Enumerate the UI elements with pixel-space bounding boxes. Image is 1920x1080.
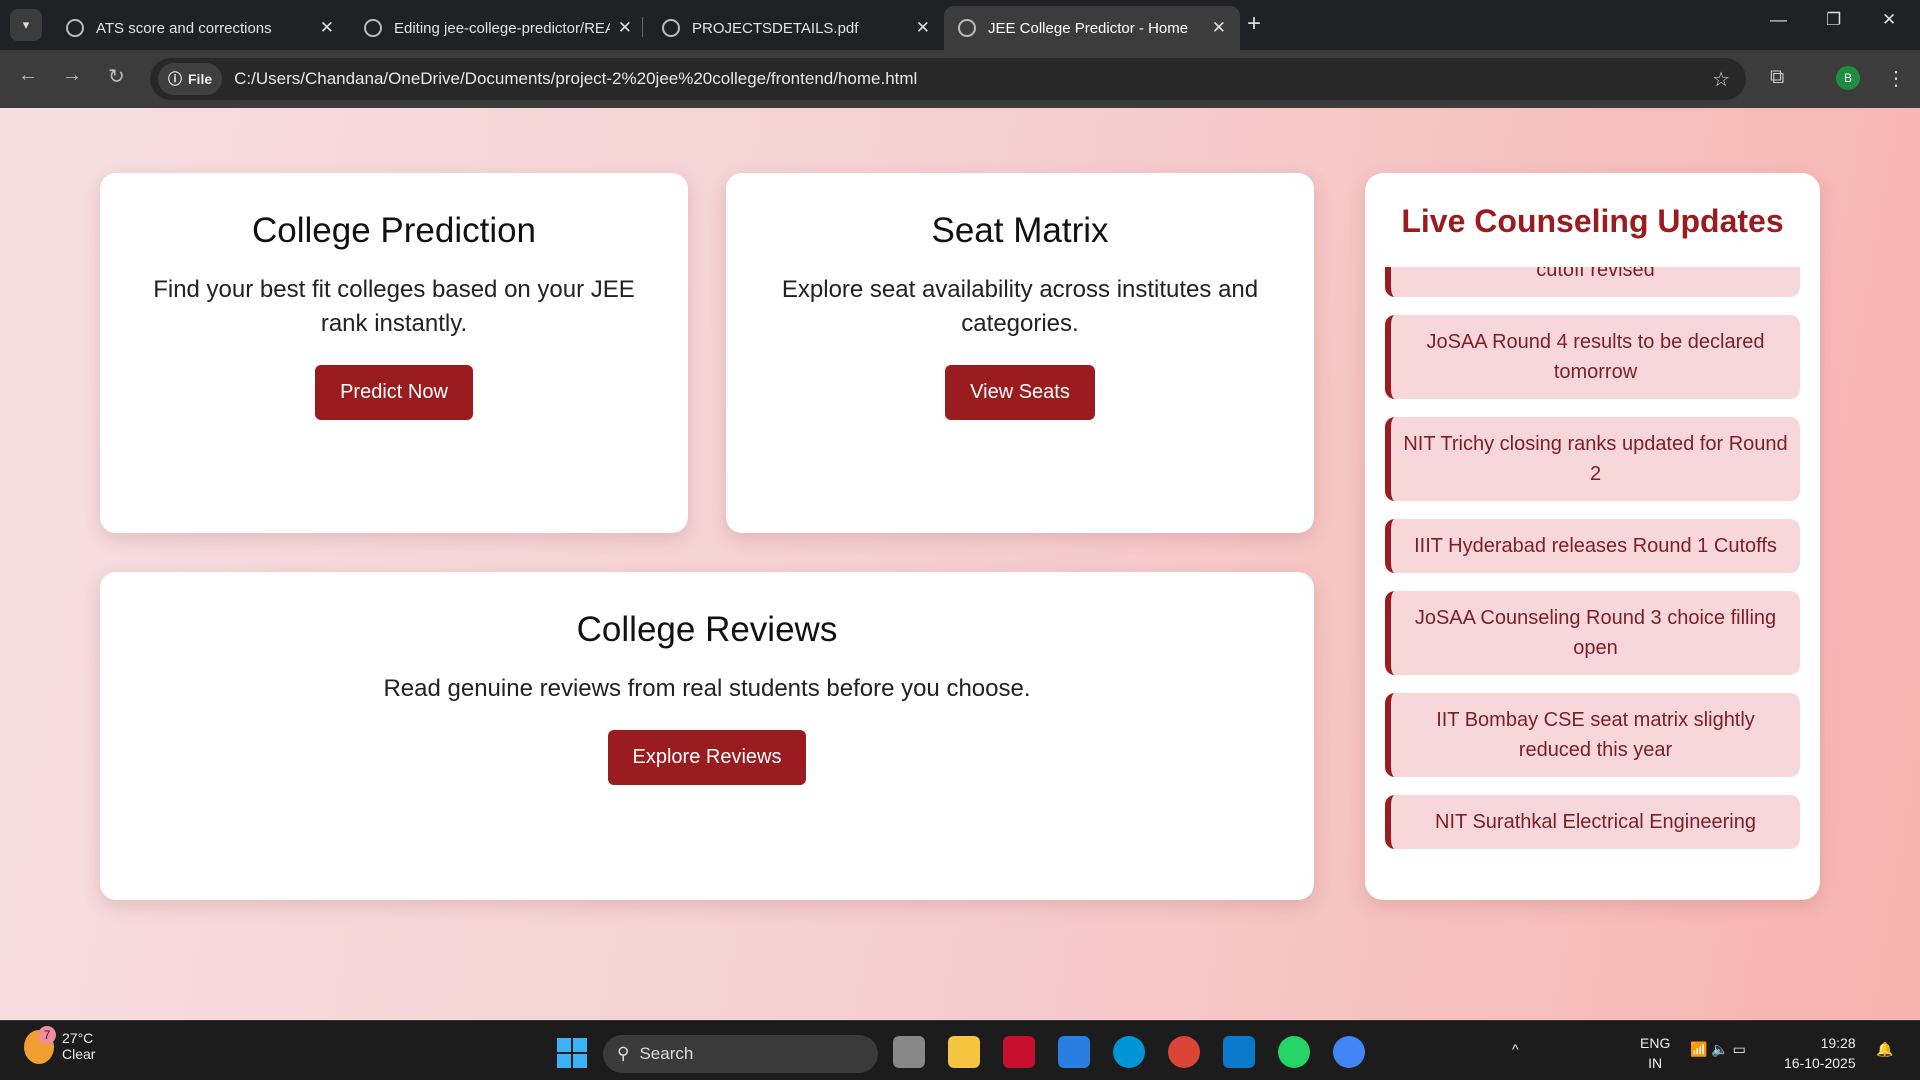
tab-bar: ▾ ATS score and corrections ✕ Editing jee… [0, 0, 1920, 50]
restore-icon[interactable]: ❐ [1826, 10, 1841, 30]
info-icon: ⓘ [168, 71, 182, 87]
card-title: College Reviews [576, 610, 838, 649]
updates-scroll-list[interactable]: cutoff revised JoSAA Round 4 results to … [1385, 267, 1800, 879]
task-view-icon[interactable] [893, 1036, 925, 1068]
close-tab-icon[interactable]: ✕ [916, 18, 930, 38]
store-icon[interactable] [1058, 1036, 1090, 1068]
globe-icon [662, 19, 680, 37]
close-tab-icon[interactable]: ✕ [320, 18, 334, 38]
weather-badge: 7 [38, 1026, 56, 1044]
bookmark-star-icon[interactable]: ☆ [1712, 67, 1730, 92]
site-info-chip[interactable]: ⓘ File [158, 63, 223, 95]
weather-temp: 27°C [62, 1030, 94, 1046]
college-prediction-card: College Prediction Find your best fit co… [100, 173, 688, 533]
new-tab-button[interactable]: + [1247, 10, 1261, 38]
tab-ats[interactable]: ATS score and corrections ✕ [52, 6, 348, 50]
clock[interactable]: 19:28 16-10-2025 [1784, 1033, 1856, 1073]
tray-overflow-icon[interactable]: ^ [1512, 1039, 1519, 1059]
github-icon [364, 19, 382, 37]
forward-icon[interactable]: → [62, 64, 82, 87]
live-updates-title: Live Counseling Updates [1401, 203, 1784, 239]
tab-search-button[interactable]: ▾ [10, 9, 42, 41]
close-tab-icon[interactable]: ✕ [618, 18, 632, 38]
taskbar: 7 27°C Clear ⚲ Search ^ ENG IN 📶 🔈 ▭ 19:28 1… [0, 1020, 1920, 1080]
hp-icon[interactable] [1113, 1036, 1145, 1068]
profile-avatar[interactable]: B [1836, 66, 1860, 90]
chrome-profile-icon[interactable] [1333, 1036, 1365, 1068]
extensions-icon[interactable]: ⧉ [1770, 66, 1784, 89]
page-content: College Prediction Find your best fit co… [0, 108, 1920, 1020]
file-explorer-icon[interactable] [948, 1036, 980, 1068]
reload-icon[interactable]: ↻ [108, 64, 125, 89]
close-tab-icon[interactable]: ✕ [1212, 18, 1226, 38]
predict-now-button[interactable]: Predict Now [315, 365, 473, 420]
college-reviews-card: College Reviews Read genuine reviews fro… [100, 572, 1314, 900]
card-text: Explore seat availability across institu… [781, 276, 1259, 337]
weather-widget[interactable]: 7 27°C Clear [24, 1026, 96, 1064]
back-icon[interactable]: ← [18, 64, 38, 87]
url-text[interactable]: C:/Users/Chandana/OneDrive/Documents/pro… [234, 69, 917, 89]
update-item: IIIT Hyderabad releases Round 1 Cutoffs [1385, 519, 1800, 573]
card-text: Read genuine reviews from real students … [383, 675, 1031, 702]
search-icon: ⚲ [617, 1044, 630, 1063]
update-item: JoSAA Round 4 results to be declared tom… [1385, 315, 1800, 399]
update-item: cutoff revised [1385, 267, 1800, 297]
tab-jee-home[interactable]: JEE College Predictor - Home ✕ [944, 6, 1240, 50]
windows-start-icon[interactable] [557, 1038, 587, 1068]
openai-icon [66, 19, 84, 37]
update-item: NIT Trichy closing ranks updated for Rou… [1385, 417, 1800, 501]
card-title: College Prediction [251, 211, 537, 250]
tab-github[interactable]: Editing jee-college-predictor/README✕ [350, 6, 646, 50]
weather-text: Clear [62, 1046, 96, 1062]
mcafee-icon[interactable] [1003, 1036, 1035, 1068]
minimize-icon[interactable]: — [1770, 10, 1787, 30]
update-item: JoSAA Counseling Round 3 choice filling … [1385, 591, 1800, 675]
taskbar-search[interactable]: ⚲ Search [603, 1035, 878, 1073]
globe-icon [958, 19, 976, 37]
seat-matrix-card: Seat Matrix Explore seat availability ac… [726, 173, 1314, 533]
update-item: IIT Bombay CSE seat matrix slightly redu… [1385, 693, 1800, 777]
notification-icon[interactable]: 🔔 [1876, 1039, 1893, 1059]
card-title: Seat Matrix [931, 211, 1109, 250]
menu-icon[interactable]: ⋮ [1886, 66, 1906, 91]
address-bar[interactable]: ⓘ File C:/Users/Chandana/OneDrive/Documen… [150, 58, 1746, 100]
vscode-icon[interactable] [1223, 1036, 1255, 1068]
update-item: NIT Surathkal Electrical Engineering [1385, 795, 1800, 849]
card-text: Find your best fit colleges based on you… [153, 276, 635, 337]
explore-reviews-button[interactable]: Explore Reviews [607, 730, 807, 785]
language-indicator[interactable]: ENG IN [1640, 1033, 1670, 1073]
window-close-icon[interactable]: ✕ [1882, 10, 1896, 30]
moon-icon: 7 [24, 1026, 56, 1064]
chrome-icon[interactable] [1168, 1036, 1200, 1068]
tab-pdf[interactable]: PROJECTSDETAILS.pdf ✕ [648, 6, 944, 50]
live-updates-panel: Live Counseling Updates cutoff revised J… [1365, 173, 1820, 900]
view-seats-button[interactable]: View Seats [945, 365, 1095, 420]
whatsapp-icon[interactable] [1278, 1036, 1310, 1068]
wifi-volume-battery-icons[interactable]: 📶 🔈 ▭ [1690, 1039, 1746, 1059]
